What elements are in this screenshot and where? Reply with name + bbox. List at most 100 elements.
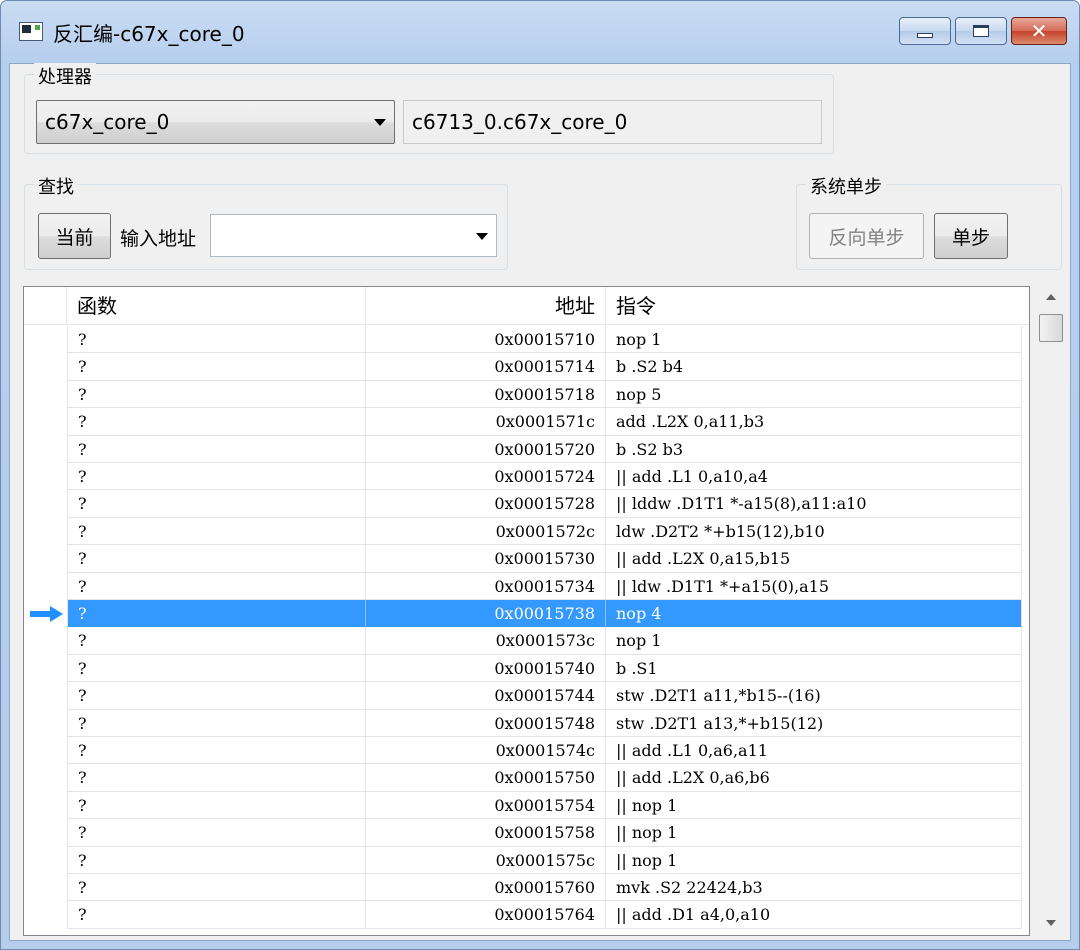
function-cell: ? <box>67 600 366 628</box>
address-cell: 0x0001571c <box>366 408 606 436</box>
header-function[interactable]: 函数 <box>67 287 366 325</box>
instruction-cell: || add .L1 0,a6,a11 <box>606 737 1022 765</box>
table-row[interactable]: ? 0x00015718 nop 5 <box>24 380 1029 409</box>
function-cell: ? <box>67 682 366 710</box>
table-row[interactable]: ? 0x00015724 || add .L1 0,a10,a4 <box>24 463 1029 491</box>
table-row[interactable]: ? 0x0001571c add .L2X 0,a11,b3 <box>24 408 1029 436</box>
address-cell: 0x00015740 <box>366 654 606 683</box>
table-row[interactable]: ? 0x00015764 || add .D1 a4,0,a10 <box>24 901 1029 929</box>
table-row[interactable]: ? 0x00015748 stw .D2T1 a13,*+b15(12) <box>24 709 1029 737</box>
address-cell: 0x00015718 <box>366 380 606 409</box>
table-row[interactable]: ? 0x00015744 stw .D2T1 a11,*b15--(16) <box>24 682 1029 710</box>
instruction-cell: || add .D1 a4,0,a10 <box>606 901 1022 929</box>
current-button[interactable]: 当前 <box>38 213 111 259</box>
instruction-cell: b .S2 b4 <box>606 353 1022 381</box>
step-button[interactable]: 单步 <box>934 213 1008 259</box>
address-cell: 0x00015760 <box>366 874 606 902</box>
instruction-cell: || ldw .D1T1 *+a15(0),a15 <box>606 572 1022 600</box>
address-cell: 0x0001574c <box>366 737 606 765</box>
address-cell: 0x00015744 <box>366 682 606 710</box>
address-cell: 0x00015748 <box>366 709 606 737</box>
table-row[interactable]: ? 0x00015710 nop 1 <box>24 326 1029 354</box>
function-cell: ? <box>67 490 366 518</box>
function-cell: ? <box>67 846 366 874</box>
vertical-scrollbar[interactable] <box>1037 286 1066 936</box>
function-cell: ? <box>67 380 366 409</box>
instruction-cell: || add .L2X 0,a6,b6 <box>606 764 1022 792</box>
maximize-button[interactable] <box>955 17 1007 45</box>
table-header: 函数 地址 指令 <box>24 287 1029 325</box>
table-row[interactable]: ? 0x00015734 || ldw .D1T1 *+a15(0),a15 <box>24 572 1029 600</box>
reverse-step-button[interactable]: 反向单步 <box>809 213 924 259</box>
title-bar[interactable]: 反汇编-c67x_core_0 ✕ <box>1 1 1079 63</box>
header-address[interactable]: 地址 <box>366 287 606 325</box>
address-cell: 0x00015710 <box>366 326 606 354</box>
scroll-down-icon[interactable] <box>1046 920 1056 926</box>
app-icon <box>19 22 43 41</box>
instruction-cell: stw .D2T1 a11,*b15--(16) <box>606 682 1022 710</box>
address-input[interactable] <box>210 214 497 257</box>
table-row[interactable]: ? 0x00015714 b .S2 b4 <box>24 353 1029 381</box>
function-cell: ? <box>67 901 366 929</box>
table-row[interactable]: ? 0x00015750 || add .L2X 0,a6,b6 <box>24 764 1029 792</box>
close-icon: ✕ <box>1030 19 1048 43</box>
processor-select[interactable]: c67x_core_0 <box>36 100 395 144</box>
function-cell: ? <box>67 709 366 737</box>
minimize-button[interactable] <box>899 17 951 45</box>
header-instruction[interactable]: 指令 <box>606 287 1022 325</box>
instruction-cell: || nop 1 <box>606 846 1022 874</box>
arrow-right-icon <box>30 606 63 622</box>
table-row[interactable]: ? 0x00015740 b .S1 <box>24 654 1029 683</box>
address-cell: 0x00015734 <box>366 572 606 600</box>
address-cell: 0x00015714 <box>366 353 606 381</box>
search-group-label: 查找 <box>34 173 78 199</box>
scroll-up-icon[interactable] <box>1046 294 1056 300</box>
table-row[interactable]: ? 0x0001575c || nop 1 <box>24 846 1029 874</box>
function-cell: ? <box>67 572 366 600</box>
table-row[interactable]: ? 0x0001574c || add .L1 0,a6,a11 <box>24 737 1029 765</box>
address-cell: 0x0001575c <box>366 846 606 874</box>
address-cell: 0x00015738 <box>366 600 606 628</box>
disassembly-table[interactable]: 函数 地址 指令 ? 0x00015710 nop 1? 0x00015714 b .S… <box>23 286 1030 936</box>
address-cell: 0x00015730 <box>366 545 606 573</box>
instruction-cell: nop 1 <box>606 326 1022 354</box>
function-cell: ? <box>67 435 366 463</box>
disassembly-window: 反汇编-c67x_core_0 ✕ 处理器 c67x_core_0 c6713_… <box>0 0 1080 950</box>
minimize-icon <box>917 32 933 38</box>
table-row[interactable]: ? 0x00015738 nop 4 <box>24 600 1029 628</box>
address-cell: 0x00015754 <box>366 791 606 820</box>
instruction-cell: nop 5 <box>606 380 1022 409</box>
window-title: 反汇编-c67x_core_0 <box>53 22 245 46</box>
table-row[interactable]: ? 0x0001573c nop 1 <box>24 627 1029 655</box>
instruction-cell: || lddw .D1T1 *-a15(8),a11:a10 <box>606 490 1022 518</box>
address-cell: 0x00015724 <box>366 463 606 491</box>
function-cell: ? <box>67 819 366 847</box>
table-row[interactable]: ? 0x00015758 || nop 1 <box>24 819 1029 847</box>
chevron-down-icon <box>476 232 488 240</box>
function-cell: ? <box>67 517 366 546</box>
instruction-cell: || add .L2X 0,a15,b15 <box>606 545 1022 573</box>
instruction-cell: mvk .S2 22424,b3 <box>606 874 1022 902</box>
close-button[interactable]: ✕ <box>1011 17 1067 45</box>
function-cell: ? <box>67 326 366 354</box>
table-row[interactable]: ? 0x00015760 mvk .S2 22424,b3 <box>24 874 1029 902</box>
table-row[interactable]: ? 0x00015728 || lddw .D1T1 *-a15(8),a11:a1… <box>24 490 1029 518</box>
processor-select-value: c67x_core_0 <box>45 110 170 134</box>
table-row[interactable]: ? 0x00015730 || add .L2X 0,a15,b15 <box>24 545 1029 573</box>
table-row[interactable]: ? 0x0001572c ldw .D2T2 *+b15(12),b10 <box>24 517 1029 546</box>
maximize-icon <box>973 25 989 37</box>
table-row[interactable]: ? 0x00015754 || nop 1 <box>24 791 1029 820</box>
function-cell: ? <box>67 353 366 381</box>
function-cell: ? <box>67 463 366 491</box>
function-cell: ? <box>67 408 366 436</box>
processor-group-label: 处理器 <box>34 63 96 89</box>
scroll-thumb[interactable] <box>1039 314 1063 342</box>
address-cell: 0x00015758 <box>366 819 606 847</box>
table-row[interactable]: ? 0x00015720 b .S2 b3 <box>24 435 1029 463</box>
processor-path: c6713_0.c67x_core_0 <box>412 110 628 134</box>
address-cell: 0x00015720 <box>366 435 606 463</box>
instruction-cell: || add .L1 0,a10,a4 <box>606 463 1022 491</box>
address-cell: 0x0001572c <box>366 517 606 546</box>
function-cell: ? <box>67 737 366 765</box>
function-cell: ? <box>67 764 366 792</box>
